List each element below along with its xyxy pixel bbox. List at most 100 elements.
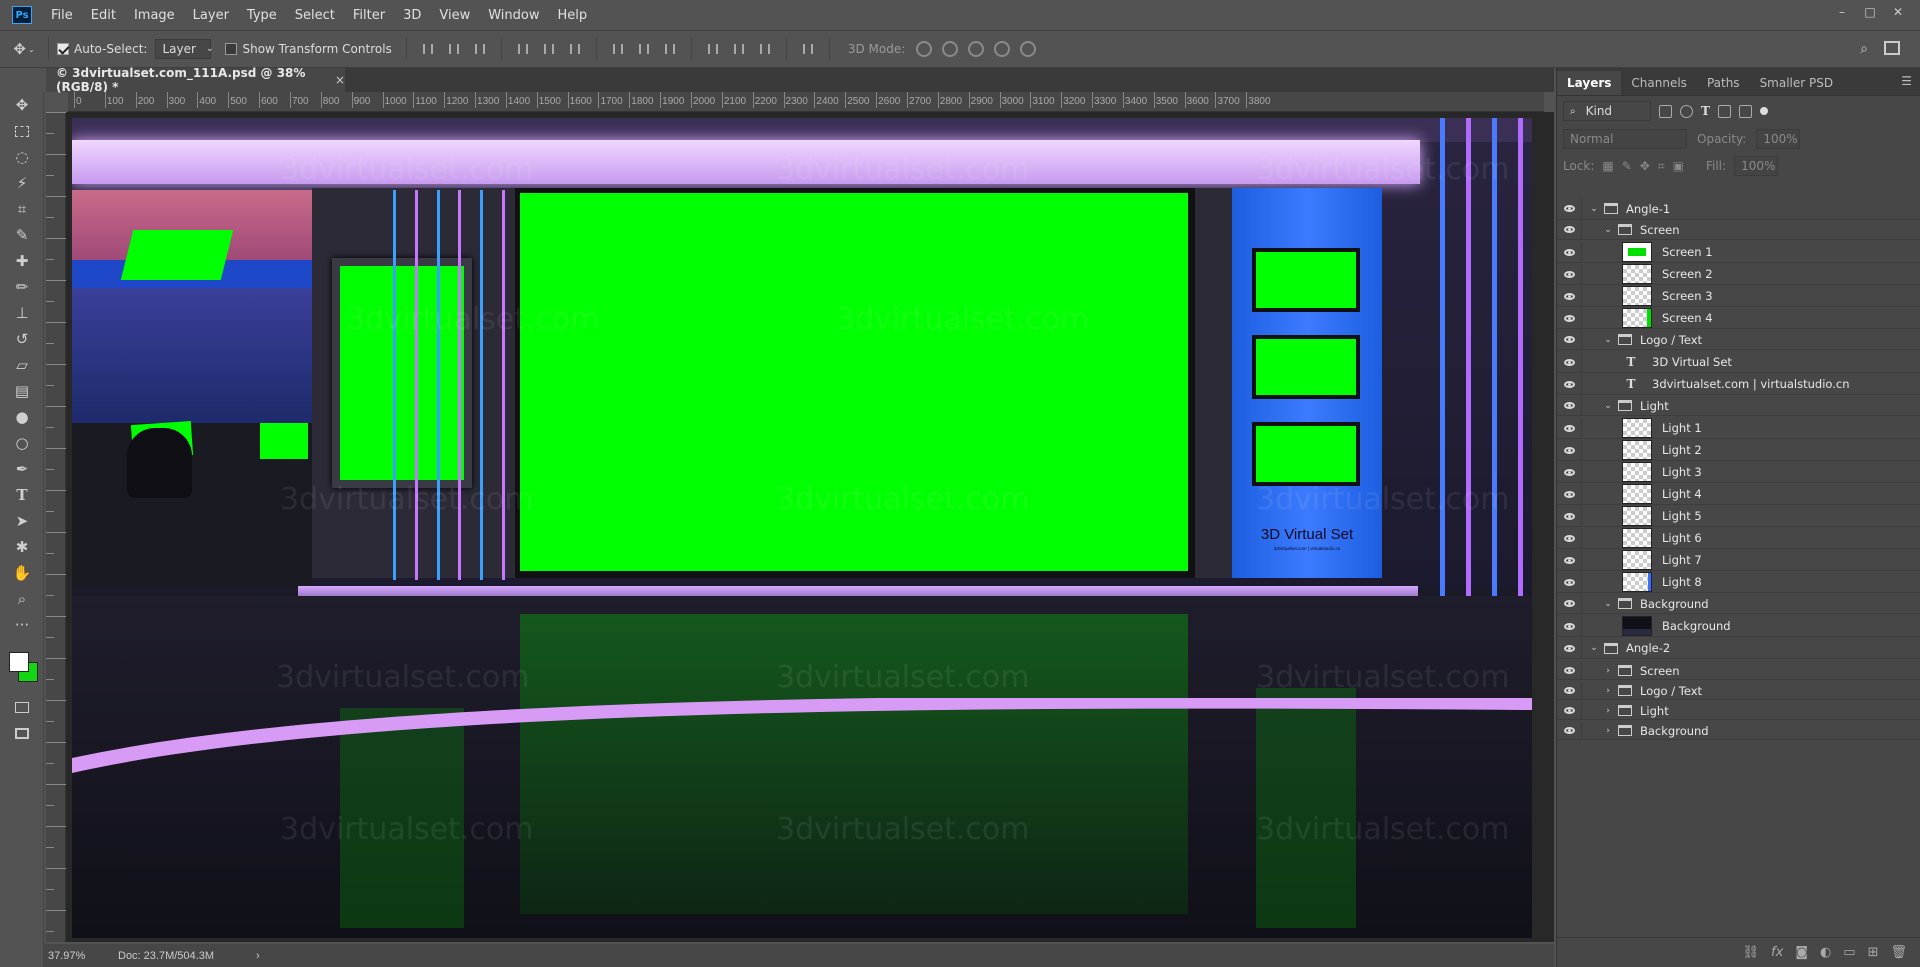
layer-row[interactable]: Light 4 [1557,484,1920,506]
clone-stamp-tool-icon[interactable]: ⊥ [0,300,44,326]
distribute-bottom-icon[interactable] [662,41,678,57]
align-right-icon[interactable] [567,41,583,57]
layer-row[interactable]: ⌄ Background [1557,594,1920,615]
visibility-eye-icon[interactable] [1557,446,1581,454]
layer-row[interactable]: ⌄ Screen [1557,220,1920,241]
document-tab[interactable]: © 3dvirtualset.com_111A.psd @ 38% (RGB/8… [46,66,346,94]
layer-row[interactable]: › Screen [1557,662,1920,681]
visibility-eye-icon[interactable] [1557,600,1581,608]
brush-tool-icon[interactable]: ✏ [0,274,44,300]
layer-row[interactable]: Screen 4 [1557,308,1920,330]
zoom-level[interactable]: 37.97% [48,950,118,962]
visibility-eye-icon[interactable] [1557,226,1581,234]
visibility-eye-icon[interactable] [1557,687,1581,695]
magic-wand-tool-icon[interactable]: ⚡ [0,170,44,196]
layer-row[interactable]: T 3D Virtual Set [1557,352,1920,374]
pen-tool-icon[interactable]: ✒ [0,456,44,482]
align-left-icon[interactable] [515,41,531,57]
layer-row[interactable]: Light 1 [1557,418,1920,440]
move-tool-preset-icon[interactable]: ✥ ⌄ [8,36,40,62]
menu-help[interactable]: Help [549,8,597,23]
marquee-tool-icon[interactable] [0,118,44,144]
new-group-icon[interactable]: ▭ [1843,945,1855,960]
layer-row[interactable]: Light 2 [1557,440,1920,462]
menu-edit[interactable]: Edit [82,8,125,23]
close-window-button[interactable]: ✕ [1884,0,1912,24]
roll-3d-icon[interactable] [942,41,959,57]
layer-row[interactable]: Background [1557,616,1920,638]
healing-brush-tool-icon[interactable]: ✚ [0,248,44,274]
move-tool-icon[interactable]: ✥ [0,92,44,118]
layer-row[interactable]: Light 6 [1557,528,1920,550]
menu-select[interactable]: Select [286,8,344,23]
visibility-eye-icon[interactable] [1557,512,1581,520]
link-layers-icon[interactable]: ⛓ [1743,945,1760,960]
lock-transparent-icon[interactable]: ▦ [1602,159,1613,173]
layer-row[interactable]: › Logo / Text [1557,682,1920,701]
lock-image-icon[interactable]: ✎ [1622,159,1632,173]
type-filter-icon[interactable]: T [1701,104,1710,118]
visibility-eye-icon[interactable] [1557,622,1581,630]
visibility-eye-icon[interactable] [1557,667,1581,675]
layer-row[interactable]: Light 3 [1557,462,1920,484]
distribute-hcenter-icon[interactable] [731,41,747,57]
tab-layers[interactable]: Layers [1557,71,1622,95]
menu-file[interactable]: File [42,8,82,23]
visibility-eye-icon[interactable] [1557,727,1581,735]
visibility-eye-icon[interactable] [1557,358,1581,366]
panel-menu-icon[interactable]: ☰ [1901,74,1912,88]
lock-artboard-icon[interactable]: ⌗ [1658,159,1665,174]
layer-row[interactable]: › Light [1557,702,1920,721]
align-vertical-center-icon[interactable] [446,41,462,57]
align-bottom-icon[interactable] [472,41,488,57]
chevron-right-icon[interactable]: › [1602,666,1614,676]
maximize-button[interactable]: □ [1856,0,1884,24]
foreground-color-swatch[interactable] [9,652,29,672]
visibility-eye-icon[interactable] [1557,644,1581,652]
lock-position-icon[interactable]: ✥ [1640,159,1650,173]
drag-3d-icon[interactable] [968,41,985,57]
layer-row[interactable]: Screen 3 [1557,286,1920,308]
visibility-eye-icon[interactable] [1557,424,1581,432]
visibility-eye-icon[interactable] [1557,490,1581,498]
history-brush-tool-icon[interactable]: ↺ [0,326,44,352]
distribute-vcenter-icon[interactable] [636,41,652,57]
menu-view[interactable]: View [430,8,479,23]
status-menu-arrow-icon[interactable]: › [256,950,260,962]
eyedropper-tool-icon[interactable]: ✎ [0,222,44,248]
lasso-tool-icon[interactable]: ◌ [0,144,44,170]
visibility-eye-icon[interactable] [1557,248,1581,256]
visibility-eye-icon[interactable] [1557,380,1581,388]
layer-row[interactable]: Screen 1 [1557,242,1920,264]
layer-row[interactable]: T 3dvirtualset.com | virtualstudio.cn [1557,374,1920,396]
shape-filter-icon[interactable] [1717,104,1731,118]
auto-select-checkbox[interactable]: Auto-Select: [57,42,147,56]
orbit-3d-icon[interactable] [916,41,933,57]
menu-filter[interactable]: Filter [344,8,394,23]
layer-row[interactable]: Screen 2 [1557,264,1920,286]
layer-row[interactable]: ⌄ Angle-1 [1557,198,1920,221]
visibility-eye-icon[interactable] [1557,578,1581,586]
layer-row[interactable]: › Background [1557,722,1920,741]
distribute-left-icon[interactable] [705,41,721,57]
opacity-input[interactable]: 100% [1756,129,1801,149]
search-icon[interactable]: ⌕ [1860,41,1868,57]
minimize-button[interactable]: – [1828,0,1856,24]
hand-tool-icon[interactable]: ✋ [0,560,44,586]
smart-object-filter-icon[interactable] [1738,104,1752,118]
menu-type[interactable]: Type [238,8,286,23]
adjustment-layer-icon[interactable]: ◐ [1820,945,1831,960]
tab-channels[interactable]: Channels [1621,71,1697,95]
chevron-right-icon[interactable]: › [1602,726,1614,736]
visibility-eye-icon[interactable] [1557,556,1581,564]
scale-3d-icon[interactable] [1020,41,1037,57]
visibility-eye-icon[interactable] [1557,707,1581,715]
chevron-down-icon[interactable]: ⌄ [1602,599,1614,609]
more-tools-icon[interactable]: ··· [0,612,44,638]
blend-mode-dropdown[interactable]: Normal [1563,129,1687,149]
gradient-tool-icon[interactable]: ▤ [0,378,44,404]
zoom-tool-icon[interactable]: ⌕ [0,586,44,612]
layer-row[interactable]: ⌄ Angle-2 [1557,638,1920,660]
distribute-top-icon[interactable] [610,41,626,57]
path-selection-tool-icon[interactable]: ➤ [0,508,44,534]
